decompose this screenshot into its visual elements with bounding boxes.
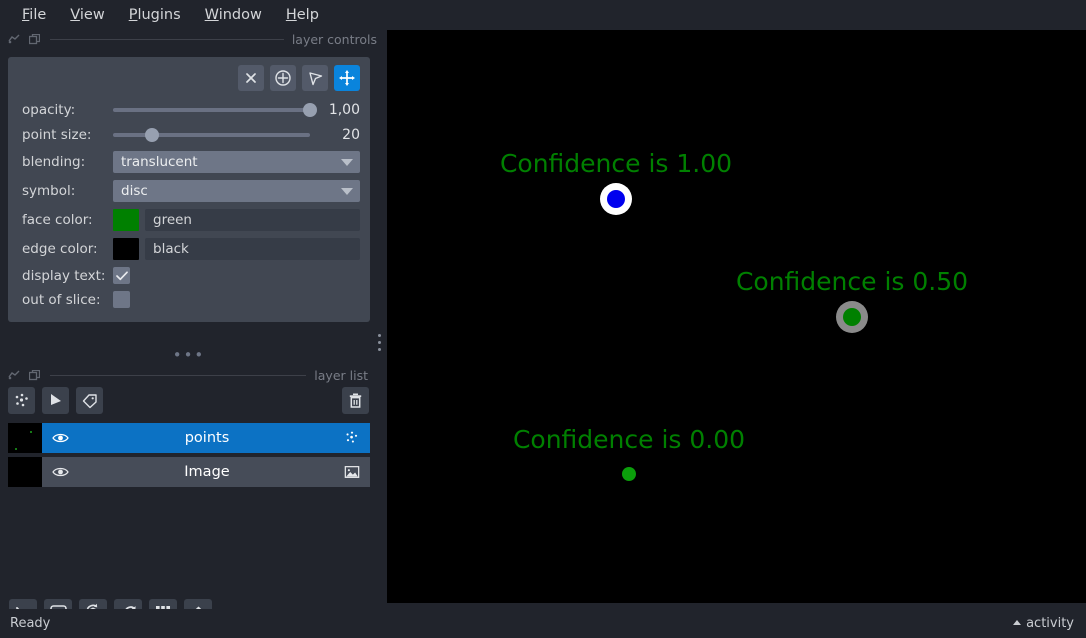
layer-visibility-toggle[interactable]	[52, 432, 74, 444]
out-of-slice-label: out of slice:	[22, 291, 101, 308]
face-color-swatch[interactable]	[113, 209, 139, 231]
layer-row-points[interactable]: points	[8, 423, 370, 453]
status-bar: Ready activity	[0, 609, 1086, 638]
menu-view-rest: iew	[79, 6, 105, 23]
delete-layer-button[interactable]	[342, 387, 369, 414]
blending-value: translucent	[121, 154, 198, 170]
float-dock-icon[interactable]	[8, 34, 20, 45]
menu-window[interactable]: Window	[193, 5, 274, 25]
point-size-slider-knob[interactable]	[145, 128, 160, 142]
face-color-input[interactable]: green	[145, 209, 360, 231]
points-icon	[340, 430, 360, 446]
point-size-slider[interactable]	[113, 126, 310, 144]
edge-color-swatch[interactable]	[113, 238, 139, 260]
point-text-label: Confidence is 0.00	[512, 425, 746, 454]
layer-controls-dock-header: layer controls	[0, 29, 387, 49]
point-marker[interactable]	[607, 190, 625, 208]
layer-visibility-toggle[interactable]	[52, 466, 74, 478]
opacity-slider-knob[interactable]	[303, 103, 317, 117]
delete-selected-points-button[interactable]	[238, 65, 264, 91]
opacity-label: opacity:	[22, 102, 76, 118]
menu-plugins-rest: lugins	[137, 6, 181, 23]
edge-color-input[interactable]: black	[145, 238, 360, 260]
point-text-label: Confidence is 0.50	[735, 267, 969, 296]
layer-thumbnail	[8, 457, 42, 487]
symbol-label: symbol:	[22, 183, 76, 199]
opacity-row: 1,00	[113, 101, 360, 119]
out-of-slice-checkbox[interactable]	[113, 291, 130, 308]
layer-list-title: layer list	[314, 367, 368, 383]
opacity-slider[interactable]	[113, 101, 317, 119]
undock-icon[interactable]	[28, 369, 40, 381]
point-text-label: Confidence is 1.00	[499, 149, 733, 178]
layer-controls-panel: opacity: 1,00 point size: 20 blending: t…	[8, 57, 370, 322]
display-text-label: display text:	[22, 267, 106, 284]
add-points-button[interactable]	[270, 65, 296, 91]
dock-header-rule	[50, 38, 284, 40]
chevron-down-icon	[341, 187, 353, 195]
menu-bar: File View Plugins Window Help	[0, 0, 1086, 29]
chevron-down-icon	[341, 158, 353, 166]
activity-button[interactable]: activity	[1013, 616, 1074, 631]
opacity-slider-track	[113, 108, 310, 112]
napari-main-window: File View Plugins Window Help layer cont…	[0, 0, 1086, 638]
point-size-row: 20	[113, 126, 360, 144]
layer-row-image[interactable]: Image	[8, 457, 370, 487]
layer-list-dock-header: layer list	[0, 365, 378, 385]
menu-help-mnemonic: H	[285, 6, 297, 23]
point-marker[interactable]	[622, 467, 636, 481]
edge-color-row: black	[113, 238, 360, 260]
pan-zoom-button[interactable]	[334, 65, 360, 91]
chevron-up-icon	[1013, 620, 1022, 625]
layer-controls-title: layer controls	[291, 31, 377, 47]
blending-label: blending:	[22, 154, 86, 170]
dock-resize-handle[interactable]	[376, 334, 383, 351]
point-size-label: point size:	[22, 127, 92, 143]
layer-list: points Image	[8, 423, 370, 491]
panel-splitter-handle[interactable]: •••	[0, 348, 378, 363]
layer-thumbnail	[8, 423, 42, 453]
new-points-layer-button[interactable]	[8, 387, 35, 414]
menu-view[interactable]: View	[58, 5, 116, 25]
layer-name-label: Image	[184, 464, 230, 480]
float-dock-icon[interactable]	[8, 370, 20, 381]
menu-file-rest: ile	[29, 6, 47, 23]
symbol-select[interactable]: disc	[113, 180, 360, 202]
viewer-canvas[interactable]: Confidence is 1.00 Confidence is 0.50 Conf…	[387, 30, 1086, 603]
menu-window-mnemonic: W	[204, 6, 219, 23]
display-text-checkbox[interactable]	[113, 267, 130, 284]
point-size-value: 20	[342, 127, 360, 143]
point-marker[interactable]	[843, 308, 861, 326]
point-mode-toolbar	[18, 65, 360, 91]
menu-plugins[interactable]: Plugins	[117, 5, 193, 25]
new-shapes-layer-button[interactable]	[42, 387, 69, 414]
menu-help[interactable]: Help	[274, 5, 331, 25]
status-message: Ready	[10, 616, 51, 631]
face-color-row: green	[113, 209, 360, 231]
layer-name-label: points	[184, 430, 230, 446]
menu-window-rest: indow	[218, 6, 262, 23]
layer-list-toolbar	[8, 387, 370, 414]
face-color-label: face color:	[22, 212, 93, 228]
blending-select[interactable]: translucent	[113, 151, 360, 173]
image-icon	[340, 464, 360, 480]
opacity-value: 1,00	[328, 102, 360, 118]
menu-view-mnemonic: V	[70, 6, 80, 23]
edge-color-label: edge color:	[22, 241, 98, 257]
menu-help-rest: elp	[296, 6, 319, 23]
activity-label: activity	[1026, 616, 1074, 631]
symbol-value: disc	[121, 183, 148, 199]
undock-icon[interactable]	[28, 33, 40, 45]
select-points-button[interactable]	[302, 65, 328, 91]
layer-controls-grid: opacity: 1,00 point size: 20 blending: t…	[18, 101, 360, 308]
point-size-slider-track	[113, 133, 310, 137]
left-dock-panel: layer controls opacity: 1,00 point size:…	[0, 29, 387, 627]
new-labels-layer-button[interactable]	[76, 387, 103, 414]
menu-file[interactable]: File	[10, 5, 58, 25]
dock-header-rule	[50, 374, 307, 376]
